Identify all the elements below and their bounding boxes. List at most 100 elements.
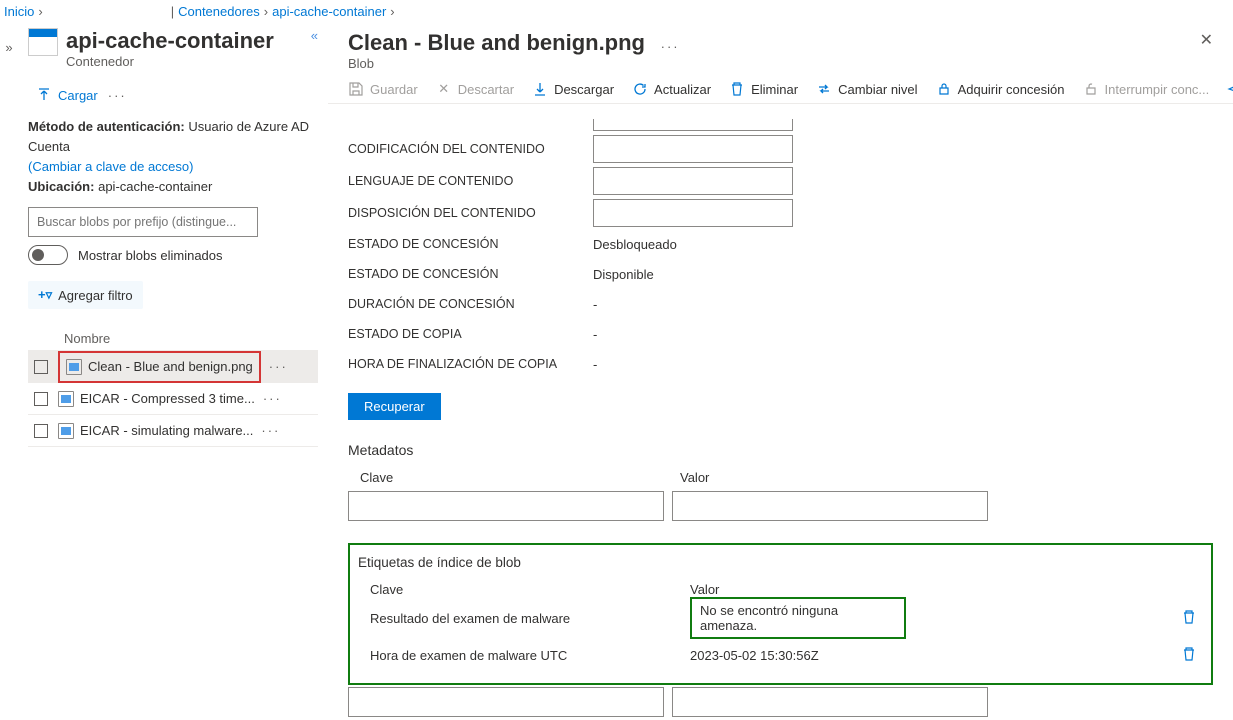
blob-checkbox[interactable] [34,392,48,406]
unlock-icon [1083,81,1099,97]
refresh-icon [632,81,648,97]
trash-icon [729,81,745,97]
upload-button[interactable]: Cargar [36,87,98,103]
blob-name: EICAR - Compressed 3 time... [80,391,255,406]
tag-value: 2023-05-02 15:30:56Z [690,648,906,663]
switch-access-key-link[interactable]: (Cambiar a clave de acceso) [28,159,193,174]
blob-more-button[interactable]: ··· [255,391,290,406]
tags-key-header: Clave [370,582,690,597]
close-icon[interactable]: ✕ [1200,30,1213,50]
plus-icon: +▿ [38,287,52,303]
acquire-lease-button[interactable]: Adquirir concesión [936,81,1065,97]
delete-tag-icon[interactable] [1181,646,1197,665]
prop-lease-status-value: Disponible [593,267,1213,282]
blob-detail-title: Clean - Blue and benign.png [348,30,645,55]
container-icon [28,28,58,56]
blob-detail-toolbar: Guardar ✕Descartar Descargar Actualizar … [328,71,1233,104]
prop-copy-end-label: HORA DE FINALIZACIÓN DE COPIA [348,357,593,371]
container-subtitle: Contenedor [66,54,274,69]
blob-detail-more-button[interactable]: ··· [661,39,680,54]
breadcrumb-home[interactable]: Inicio [4,4,34,19]
chevron-right-icon: › [390,4,394,19]
send-button[interactable]: Enviar ... [1227,81,1233,97]
tag-key-input[interactable] [348,687,664,717]
metadata-value-input[interactable] [672,491,988,521]
send-icon [1227,81,1233,97]
blob-list-name-header: Nombre [28,325,318,351]
tag-value-input[interactable] [672,687,988,717]
file-icon [66,359,82,375]
add-filter-button[interactable]: +▿ Agregar filtro [28,281,143,309]
metadata-section-label: Metadatos [348,442,1213,458]
prop-lease-duration-value: - [593,297,1213,312]
save-icon [348,81,364,97]
blob-row[interactable]: Clean - Blue and benign.png ··· [28,351,318,383]
blob-checkbox[interactable] [34,424,48,438]
prop-copy-end-value: - [593,357,1213,372]
search-blobs-input[interactable] [28,207,258,237]
close-icon: ✕ [436,81,452,97]
prop-content-language-label: LENGUAJE DE CONTENIDO [348,174,593,188]
tag-key: Resultado del examen de malware [370,611,690,626]
tags-value-header: Valor [690,582,719,597]
save-button: Guardar [348,81,418,97]
file-icon [58,391,74,407]
container-title: api-cache-container [66,28,274,54]
breadcrumb: Inicio › | Contenedores › api-cache-cont… [0,0,1233,22]
blob-name: EICAR - simulating malware... [80,423,253,438]
collapse-panel-icon[interactable]: « [311,28,318,43]
chevron-right-icon: › [38,4,42,19]
tag-value: No se encontró ninguna amenaza. [690,597,906,639]
break-lease-button: Interrumpir conc... [1083,81,1210,97]
metadata-key-header: Clave [360,470,680,485]
blob-more-button[interactable]: ··· [261,359,296,374]
breadcrumb-container-name[interactable]: api-cache-container [272,4,386,19]
blob-detail-subtitle: Blob [348,56,1213,71]
divider-icon: | [171,4,174,19]
show-deleted-toggle[interactable] [28,245,68,265]
blob-row[interactable]: EICAR - simulating malware... ··· [28,415,318,447]
prop-content-language-input[interactable] [593,167,793,195]
location-label: Ubicación: [28,179,94,194]
prop-content-encoding-input[interactable] [593,135,793,163]
delete-tag-icon[interactable] [1181,609,1197,628]
blob-index-tags-label: Etiquetas de índice de blob [358,555,1203,570]
blob-name: Clean - Blue and benign.png [88,359,253,374]
prop-content-md5-input[interactable] [593,119,793,131]
discard-button: ✕Descartar [436,81,514,97]
metadata-value-header: Valor [680,470,709,485]
prop-copy-state-label: ESTADO DE COPIA [348,327,593,341]
expand-panel-icon[interactable]: » [5,40,12,55]
more-actions-button[interactable]: ··· [108,88,127,103]
tag-row: Resultado del examen de malware No se en… [354,597,1203,639]
chevron-right-icon: › [264,4,268,19]
blob-index-tags-section: Etiquetas de índice de blob Clave Valor … [348,543,1213,685]
tag-key: Hora de examen de malware UTC [370,648,690,663]
refresh-button[interactable]: Actualizar [632,81,711,97]
blob-detail-panel: Clean - Blue and benign.png ··· Blob ✕ G… [328,22,1233,720]
prop-content-disposition-input[interactable] [593,199,793,227]
change-tier-button[interactable]: Cambiar nivel [816,81,917,97]
prop-lease-state-value: Desbloqueado [593,237,1213,252]
prop-lease-duration-label: DURACIÓN DE CONCESIÓN [348,297,593,311]
prop-copy-state-value: - [593,327,1213,342]
location-value: api-cache-container [98,179,212,194]
delete-button[interactable]: Eliminar [729,81,798,97]
file-icon [58,423,74,439]
download-icon [532,81,548,97]
swap-icon [816,81,832,97]
blob-more-button[interactable]: ··· [253,423,288,438]
prop-content-disposition-label: DISPOSICIÓN DEL CONTENIDO [348,206,593,220]
breadcrumb-containers[interactable]: Contenedores [178,4,260,19]
prop-lease-state-label: ESTADO DE CONCESIÓN [348,237,593,251]
blob-checkbox[interactable] [34,360,48,374]
show-deleted-label: Mostrar blobs eliminados [78,248,223,263]
blob-row[interactable]: EICAR - Compressed 3 time... ··· [28,383,318,415]
download-button[interactable]: Descargar [532,81,614,97]
tag-row: Hora de examen de malware UTC 2023-05-02… [354,639,1203,671]
prop-lease-status-label: ESTADO DE CONCESIÓN [348,267,593,281]
recover-button[interactable]: Recuperar [348,393,441,420]
upload-icon [36,87,52,103]
auth-method-label: Método de autenticación: [28,119,185,134]
metadata-key-input[interactable] [348,491,664,521]
